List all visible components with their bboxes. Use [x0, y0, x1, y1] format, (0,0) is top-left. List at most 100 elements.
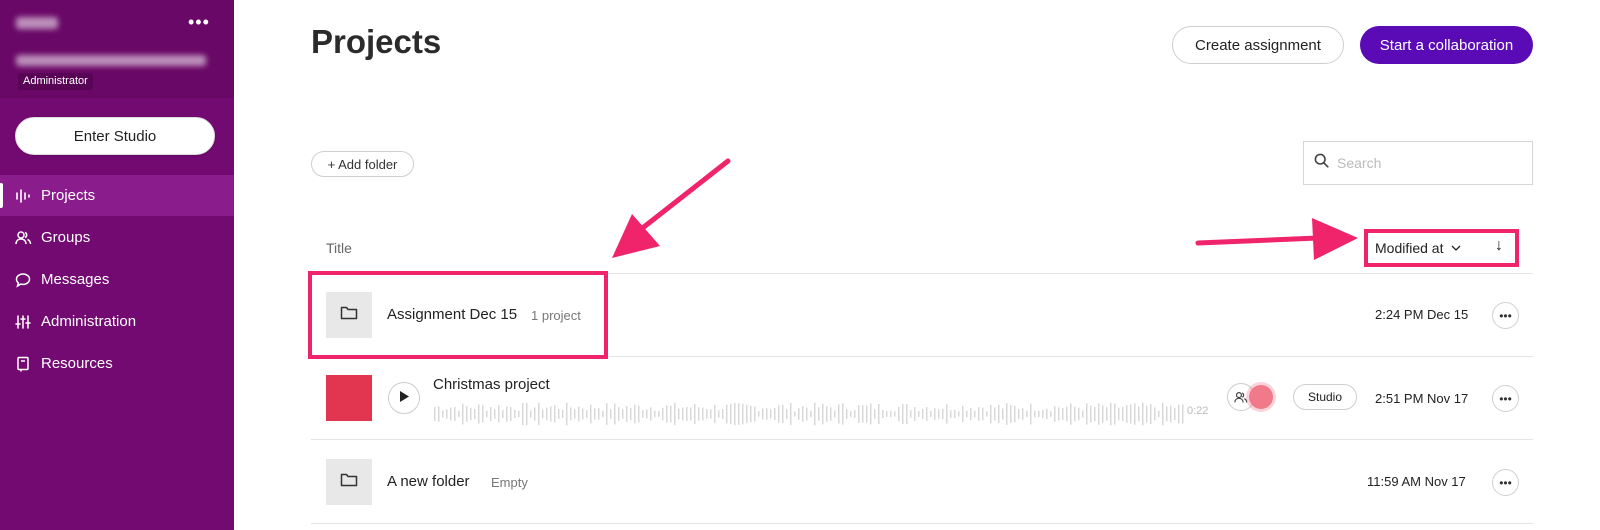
waveform-bar: [562, 409, 564, 419]
waveform-bar: [578, 406, 580, 422]
waveform-bar: [590, 404, 592, 424]
waveform-bar: [706, 409, 708, 419]
audio-waveform[interactable]: [433, 401, 1185, 427]
row-more-button[interactable]: •••: [1492, 469, 1519, 496]
row-modified-time: 11:59 AM Nov 17: [1367, 474, 1466, 489]
waveform-icon: [14, 187, 32, 205]
waveform-bar: [782, 404, 784, 424]
waveform-bar: [1122, 407, 1124, 421]
waveform-bar: [982, 407, 984, 421]
waveform-bar: [1142, 402, 1144, 426]
row-modified-time: 2:51 PM Nov 17: [1375, 391, 1469, 406]
sort-label[interactable]: Modified at: [1375, 240, 1443, 256]
waveform-bar: [962, 405, 964, 423]
audio-duration: 0:22: [1187, 405, 1209, 417]
more-icon: •••: [1499, 391, 1512, 406]
waveform-bar: [814, 402, 816, 426]
waveform-bar: [534, 407, 536, 421]
table-row[interactable]: A new folder Empty 11:59 AM Nov 17 •••: [311, 441, 1533, 523]
waveform-bar: [994, 407, 996, 421]
waveform-bar: [846, 409, 848, 419]
waveform-bar: [786, 409, 788, 419]
waveform-bar: [678, 408, 680, 420]
waveform-bar: [438, 406, 440, 422]
waveform-bar: [494, 409, 496, 419]
waveform-bar: [1158, 410, 1160, 418]
groups-icon: [14, 229, 32, 247]
sidebar-item-administration[interactable]: Administration: [0, 301, 234, 342]
waveform-bar: [622, 409, 624, 419]
add-folder-button[interactable]: + Add folder: [311, 151, 414, 177]
play-button[interactable]: [388, 382, 420, 414]
waveform-bar: [894, 411, 896, 417]
waveform-bar: [1170, 405, 1172, 423]
create-assignment-button[interactable]: Create assignment: [1172, 26, 1344, 64]
start-collaboration-button[interactable]: Start a collaboration: [1360, 26, 1533, 64]
waveform-bar: [946, 404, 948, 424]
waveform-bar: [514, 409, 516, 419]
waveform-bar: [794, 411, 796, 417]
waveform-bar: [474, 408, 476, 420]
waveform-bar: [574, 409, 576, 419]
sort-direction-button[interactable]: ↓: [1495, 237, 1503, 255]
waveform-bar: [594, 408, 596, 420]
waveform-bar: [566, 402, 568, 426]
message-icon: [14, 271, 32, 289]
sort-control[interactable]: Modified at ↓: [1364, 229, 1519, 267]
row-title[interactable]: A new folder: [387, 473, 470, 490]
waveform-bar: [966, 410, 968, 418]
waveform-bar: [490, 407, 492, 421]
waveform-bar: [854, 410, 856, 418]
sidebar-item-groups[interactable]: Groups: [0, 217, 234, 258]
sidebar-item-projects[interactable]: Projects: [0, 175, 234, 216]
waveform-bar: [1014, 405, 1016, 423]
waveform-bar: [882, 409, 884, 419]
waveform-bar: [610, 409, 612, 419]
waveform-bar: [686, 407, 688, 421]
sidebar-item-label: Resources: [41, 355, 113, 372]
sidebar-item-label: Projects: [41, 187, 96, 204]
annotation-arrow-sort: [1195, 218, 1358, 260]
studio-badge[interactable]: Studio: [1293, 384, 1357, 410]
row-more-button[interactable]: •••: [1492, 302, 1519, 329]
waveform-bar: [986, 411, 988, 417]
waveform-bar: [646, 409, 648, 419]
waveform-bar: [1090, 405, 1092, 423]
waveform-bar: [638, 405, 640, 423]
waveform-bar: [1018, 409, 1020, 419]
waveform-bar: [1134, 403, 1136, 425]
waveform-bar: [950, 410, 952, 418]
waveform-bar: [1182, 404, 1184, 424]
waveform-bar: [606, 403, 608, 425]
waveform-bar: [730, 403, 732, 425]
waveform-bar: [598, 408, 600, 420]
waveform-bar: [958, 411, 960, 417]
waveform-bar: [1166, 406, 1168, 422]
waveform-bar: [442, 410, 444, 418]
waveform-bar: [466, 406, 468, 422]
waveform-bar: [858, 405, 860, 423]
waveform-bar: [1102, 405, 1104, 423]
folder-thumbnail: [326, 459, 372, 505]
account-menu-button[interactable]: •••: [188, 12, 210, 33]
waveform-bar: [522, 403, 524, 425]
waveform-bar: [802, 406, 804, 422]
waveform-bar: [458, 410, 460, 418]
sidebar-item-resources[interactable]: Resources: [0, 343, 234, 384]
waveform-bar: [1046, 408, 1048, 420]
enter-studio-button[interactable]: Enter Studio: [15, 117, 215, 155]
waveform-bar: [918, 411, 920, 417]
search-box[interactable]: [1303, 141, 1533, 185]
table-row[interactable]: Christmas project 0:22 Studio 2:51 PM No…: [311, 357, 1533, 439]
waveform-bar: [830, 407, 832, 421]
sidebar-item-messages[interactable]: Messages: [0, 259, 234, 300]
search-input[interactable]: [1337, 155, 1517, 171]
waveform-bar: [602, 410, 604, 418]
row-more-button[interactable]: •••: [1492, 385, 1519, 412]
title-column-header[interactable]: Title: [326, 240, 352, 256]
waveform-bar: [1110, 402, 1112, 426]
waveform-bar: [758, 411, 760, 417]
waveform-bar: [934, 408, 936, 420]
row-title[interactable]: Christmas project: [433, 376, 550, 393]
waveform-bar: [1162, 402, 1164, 426]
